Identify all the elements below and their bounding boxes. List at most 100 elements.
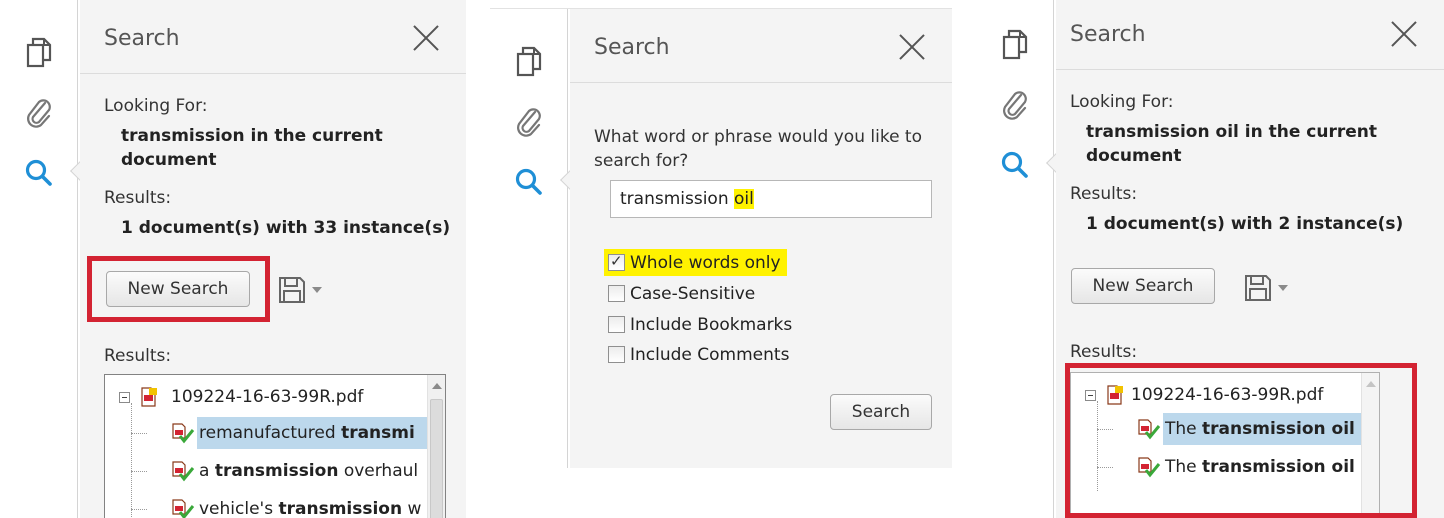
search-pane: Search Looking For: transmission oil in … bbox=[1056, 0, 1444, 518]
result-text-prefix: a bbox=[199, 461, 215, 481]
option-label: Include Comments bbox=[630, 344, 790, 365]
result-text-suffix: overhaul bbox=[338, 461, 419, 481]
results-tree: 109224-16-63-99R.pdf remanufactured tran… bbox=[104, 374, 446, 518]
checkbox-case-sensitive[interactable] bbox=[608, 285, 625, 302]
close-icon[interactable] bbox=[898, 33, 926, 61]
search-icon[interactable] bbox=[998, 148, 1032, 182]
pane-header: Search bbox=[80, 0, 466, 74]
results-label: Results: bbox=[104, 188, 172, 208]
search-pane: Search What word or phrase would you lik… bbox=[570, 9, 952, 468]
search-panel-1: Search Looking For: transmission in the … bbox=[0, 0, 466, 518]
results-scrollbar[interactable] bbox=[1361, 373, 1379, 517]
results-list-label: Results: bbox=[1070, 342, 1138, 362]
tree-file-name: 109224-16-63-99R.pdf bbox=[171, 387, 364, 407]
search-prompt-line2: search for? bbox=[594, 151, 689, 171]
search-icon[interactable] bbox=[22, 156, 56, 190]
pages-icon[interactable] bbox=[512, 45, 546, 79]
result-text-match: transmi bbox=[341, 423, 415, 443]
pages-icon[interactable] bbox=[22, 36, 56, 70]
option-include-bookmarks[interactable]: Include Bookmarks bbox=[604, 311, 792, 338]
results-summary: 1 document(s) with 33 instance(s) bbox=[121, 218, 451, 238]
option-include-comments[interactable]: Include Comments bbox=[604, 341, 789, 368]
tree-row-result[interactable]: The transmission oil coc bbox=[1163, 451, 1379, 483]
results-summary: 1 document(s) with 2 instance(s) bbox=[1086, 214, 1404, 234]
collapse-icon[interactable] bbox=[119, 392, 130, 403]
looking-for-value-line1: transmission in the current bbox=[121, 126, 383, 146]
collapse-icon[interactable] bbox=[1085, 390, 1096, 401]
search-result-icon bbox=[172, 461, 195, 482]
tree-row-result[interactable]: The transmission oil coc bbox=[1163, 413, 1379, 445]
looking-for-label: Looking For: bbox=[104, 96, 208, 116]
option-case-sensitive[interactable]: Case-Sensitive bbox=[604, 280, 755, 307]
option-label: Whole words only bbox=[630, 252, 781, 273]
result-text-match: transmission oil bbox=[1202, 457, 1355, 477]
paperclip-icon[interactable] bbox=[22, 96, 56, 130]
result-text-suffix: w bbox=[402, 499, 422, 518]
option-whole-words[interactable]: Whole words only bbox=[604, 249, 787, 276]
search-result-icon bbox=[172, 499, 195, 518]
checkbox-include-bookmarks[interactable] bbox=[608, 316, 625, 333]
pane-title: Search bbox=[104, 26, 180, 51]
save-icon bbox=[1245, 275, 1271, 301]
pane-header: Search bbox=[1056, 0, 1444, 70]
save-menu-button[interactable] bbox=[1244, 272, 1294, 304]
tree-row-result[interactable]: remanufactured transmi bbox=[197, 417, 427, 449]
tree-row-file[interactable]: 109224-16-63-99R.pdf bbox=[1071, 379, 1361, 411]
search-pane: Search Looking For: transmission in the … bbox=[80, 0, 466, 518]
looking-for-value-line2: document bbox=[1086, 146, 1182, 166]
search-input[interactable]: transmission oil bbox=[610, 180, 932, 218]
navigation-rail bbox=[976, 0, 1054, 518]
search-panel-2: Search What word or phrase would you lik… bbox=[490, 8, 952, 468]
results-scrollbar[interactable] bbox=[427, 375, 445, 518]
tree-row-result[interactable]: vehicle's transmission w bbox=[197, 493, 427, 518]
save-menu-button[interactable] bbox=[278, 274, 328, 306]
close-icon[interactable] bbox=[1390, 20, 1418, 48]
result-text-prefix: remanufactured bbox=[199, 423, 342, 443]
search-prompt-line1: What word or phrase would you like to bbox=[594, 127, 922, 147]
result-text-prefix: vehicle's bbox=[199, 499, 279, 518]
save-icon bbox=[279, 277, 305, 303]
result-text-prefix: The bbox=[1165, 419, 1203, 439]
looking-for-value-line1: transmission oil in the current bbox=[1086, 122, 1377, 142]
close-icon[interactable] bbox=[412, 24, 440, 52]
pages-icon[interactable] bbox=[998, 28, 1032, 62]
new-search-button[interactable]: New Search bbox=[106, 271, 250, 307]
scroll-thumb[interactable] bbox=[430, 399, 443, 518]
results-label: Results: bbox=[1070, 184, 1138, 204]
search-icon[interactable] bbox=[512, 165, 546, 199]
pdf-file-icon bbox=[1107, 385, 1123, 405]
paperclip-icon[interactable] bbox=[998, 88, 1032, 122]
chevron-down-icon bbox=[312, 287, 322, 293]
option-label: Case-Sensitive bbox=[630, 283, 756, 304]
checkbox-whole-words[interactable] bbox=[608, 252, 625, 271]
result-text-prefix: The bbox=[1165, 457, 1203, 477]
tree-row-result[interactable]: a transmission overhaul bbox=[197, 455, 427, 487]
navigation-rail bbox=[0, 0, 78, 518]
scroll-up-icon[interactable] bbox=[1366, 381, 1376, 387]
result-text-match: transmission oil bbox=[1202, 419, 1355, 439]
chevron-down-icon bbox=[1278, 285, 1288, 291]
pane-title: Search bbox=[1070, 22, 1146, 47]
pane-header: Search bbox=[570, 9, 952, 83]
looking-for-value-line2: document bbox=[121, 150, 217, 170]
new-search-button[interactable]: New Search bbox=[1071, 268, 1215, 304]
pane-title: Search bbox=[594, 35, 670, 60]
search-query-text: transmission bbox=[620, 189, 735, 209]
search-query-highlight: oil bbox=[734, 189, 754, 209]
result-text-match: transmission bbox=[214, 461, 339, 481]
search-panel-3: Search Looking For: transmission oil in … bbox=[976, 0, 1444, 518]
looking-for-label: Looking For: bbox=[1070, 92, 1174, 112]
scroll-up-icon[interactable] bbox=[432, 383, 442, 389]
results-tree: 109224-16-63-99R.pdf The transmission oi… bbox=[1070, 372, 1380, 518]
checkbox-include-comments[interactable] bbox=[608, 346, 625, 363]
search-result-icon bbox=[172, 423, 195, 444]
option-label: Include Bookmarks bbox=[630, 314, 793, 335]
search-result-icon bbox=[1138, 457, 1161, 478]
tree-row-file[interactable]: 109224-16-63-99R.pdf bbox=[105, 381, 425, 413]
navigation-rail bbox=[490, 9, 568, 468]
tree-file-name: 109224-16-63-99R.pdf bbox=[1131, 385, 1324, 405]
result-text-match: transmission bbox=[278, 499, 403, 518]
search-button[interactable]: Search bbox=[830, 394, 932, 430]
paperclip-icon[interactable] bbox=[512, 105, 546, 139]
search-result-icon bbox=[1138, 419, 1161, 440]
